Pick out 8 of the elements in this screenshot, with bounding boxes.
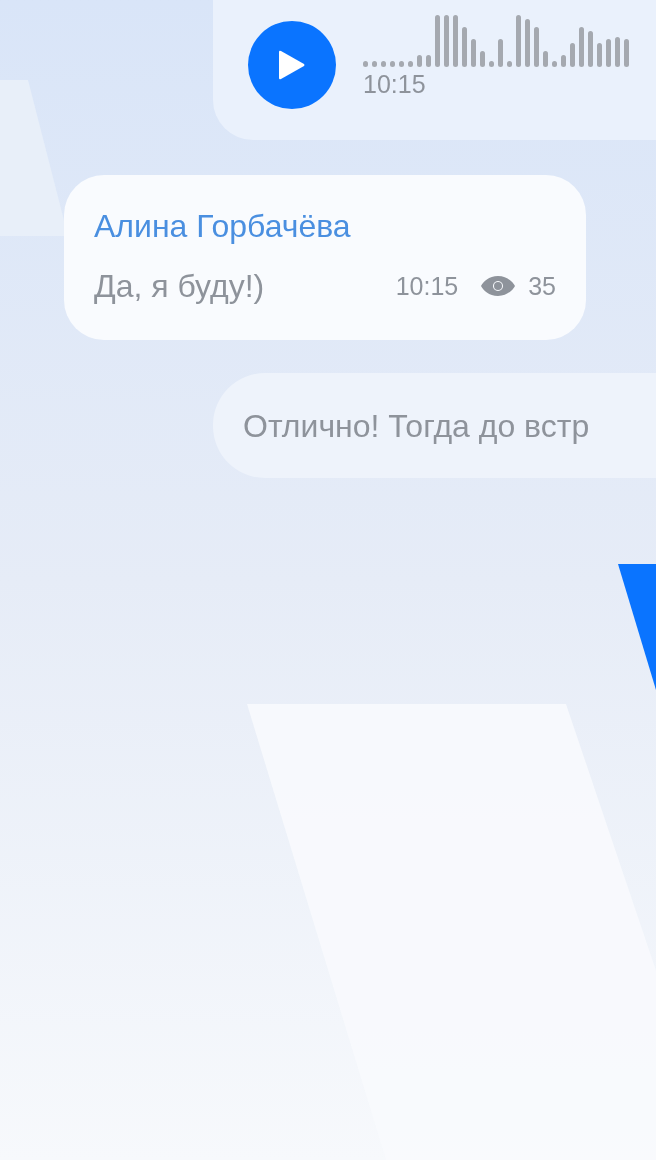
message-time: 10:15 [395,271,459,301]
view-count: 35 [528,271,556,301]
message-time: 10:15 [363,69,427,99]
sender-name: Алина Горбачёва [94,207,351,245]
message-text: Отлично! Тогда до встр [243,406,590,445]
message-text: Да, я буду!) [94,267,265,305]
play-icon [278,49,306,81]
eye-icon [480,274,517,298]
